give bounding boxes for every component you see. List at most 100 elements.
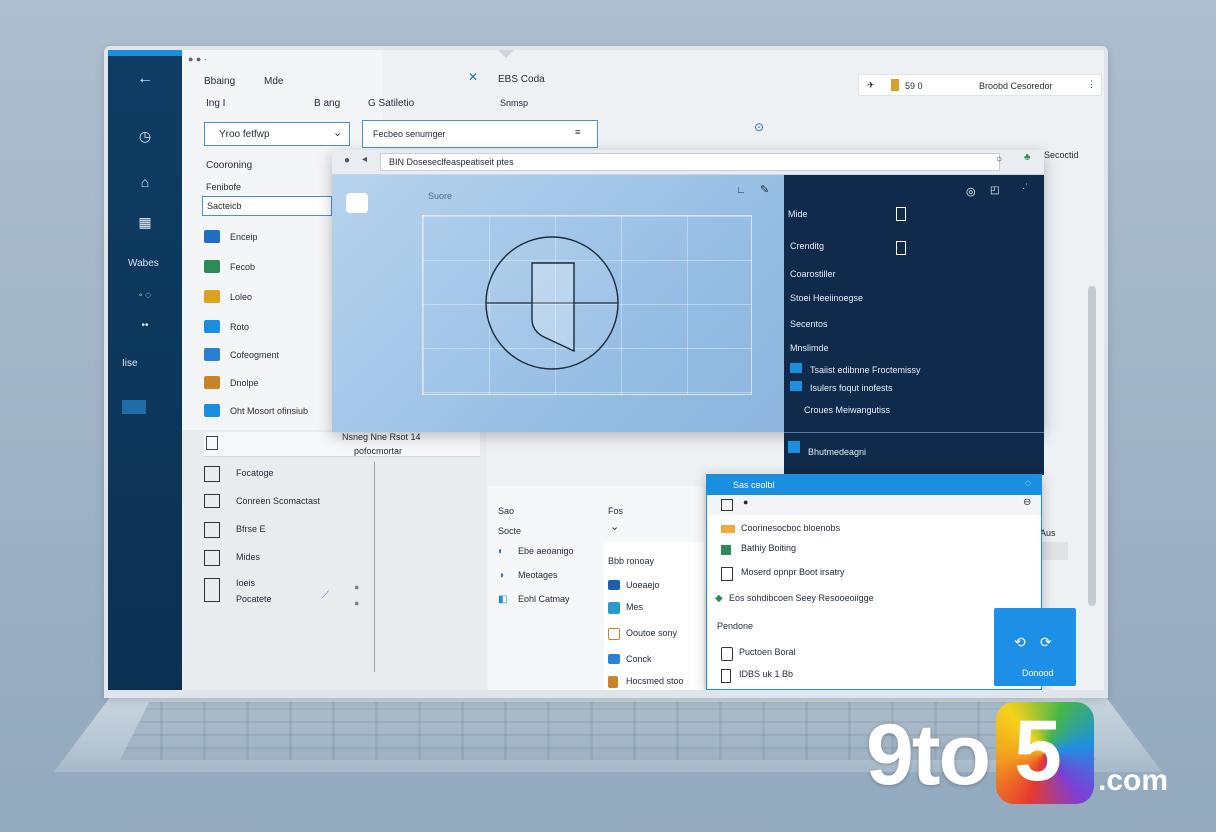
camera-icon[interactable]: ⌂ [108, 174, 182, 190]
dark-item[interactable]: Coarostiller [790, 269, 836, 279]
watermark-logo: 9to 5 .com [866, 702, 1169, 804]
document-icon [204, 290, 220, 303]
chat-icon: ◑ [498, 570, 505, 581]
more-vertical-icon: ⋮ [1087, 79, 1096, 89]
badge-icon [896, 207, 906, 221]
sort-dropdown[interactable]: Yroo fetfwp ⌄ [204, 122, 350, 146]
scrollbar[interactable] [1088, 286, 1096, 606]
people-icon: ◐ [498, 546, 505, 557]
mid-select-label: Socte [498, 526, 522, 536]
file-dialog: Sas ceolbl ◌ ● ⊖ Coorinesocboc bloenobs … [706, 474, 1042, 690]
menu-row-b[interactable]: B ang [314, 98, 340, 109]
phone-icon [721, 647, 733, 661]
circle-icon[interactable]: ○ [996, 154, 1002, 165]
dialog-toolbar: ● ⊖ [707, 495, 1041, 515]
search-field[interactable]: Fecbeo senumger ≡ [362, 120, 598, 148]
sidebar-filter-input[interactable]: Sacteicb [202, 196, 332, 216]
app-icon [204, 376, 220, 389]
record-icon: ● [344, 155, 351, 166]
calendar-icon [204, 348, 220, 361]
dark-item[interactable]: Isulers foqut inofests [810, 383, 893, 393]
toggle-icon[interactable]: ● [354, 582, 359, 592]
tree-icon[interactable]: ♣ [1024, 152, 1031, 163]
dark-item[interactable]: Crenditg [790, 241, 824, 251]
settings-icon[interactable]: ◦ ◌ [108, 290, 182, 301]
sidebar-heading: Cooroning [206, 160, 253, 171]
back-arrow-icon[interactable]: ← [108, 70, 182, 88]
dark-item[interactable]: Secentos [790, 319, 828, 329]
close-x-icon[interactable]: ✕ [468, 70, 478, 84]
clock-icon[interactable]: ◷ [108, 128, 182, 145]
menu-icon: ≡ [575, 127, 581, 137]
lower-header-1: Nsneg Nne Rsot 14 [342, 432, 421, 442]
grid-icon[interactable]: ▦ [108, 214, 182, 231]
lower-left-panel [182, 430, 487, 690]
edit-icon[interactable]: ✎ [760, 183, 769, 196]
sheet-icon [721, 545, 731, 555]
rail-accent-bar [108, 50, 182, 56]
refresh-icon: ⟳ [1040, 634, 1052, 650]
status-pill[interactable]: ✈ 59 0 Broobd Cesoredor ⋮ [858, 74, 1102, 96]
chevron-down-icon[interactable]: ⌄ [610, 520, 619, 533]
camera-icon[interactable]: ◰ [990, 185, 999, 196]
clipboard-icon [204, 578, 220, 602]
menu-item-1[interactable]: Bbaing [204, 76, 235, 87]
stack-icon [608, 628, 620, 640]
dark-item[interactable]: Mnslimde [790, 343, 829, 353]
file-icon [721, 669, 731, 683]
folder-icon [721, 525, 735, 533]
preview-canvas[interactable]: Suore ∟ ✎ [332, 175, 784, 432]
circle-graphic [485, 236, 619, 370]
nav-rail: ← ◷ ⌂ ▦ Wabes ◦ ◌ •• Iise [108, 50, 182, 690]
more-icon[interactable]: ·˙ [1022, 183, 1029, 194]
main-window: ● ◂ BIN Doseseclfeaspeatiseit ptes ○ ♣ S… [332, 150, 1044, 432]
pin-icon[interactable]: ⊙ [754, 120, 764, 134]
mid-label-2: Fos [608, 506, 624, 516]
menu-row-a[interactable]: Ing I [206, 98, 225, 109]
menu-row-c[interactable]: G Satiletio [368, 98, 414, 109]
sync-icon: ⟲ [1014, 634, 1026, 650]
dark-item[interactable]: Bhutmedeagni [808, 447, 866, 457]
center-title: EBS Coda [498, 74, 545, 85]
tab-icon[interactable]: ◂ [362, 154, 367, 165]
circle-icon[interactable]: ◎ [966, 185, 976, 198]
rail-item-wabes[interactable]: Wabes [128, 258, 159, 269]
dropdown-value: Yroo fetfwp [219, 129, 270, 140]
doc-icon [721, 567, 733, 581]
dark-item[interactable]: Tsaiist edibnne Froctemissy [810, 365, 921, 375]
close-icon[interactable]: ◌ [1025, 478, 1031, 489]
right-button[interactable] [1042, 542, 1068, 560]
column-divider [374, 462, 375, 672]
menu-item-2[interactable]: Mde [264, 76, 283, 87]
secondary-heading: Bbb ronoay [608, 556, 655, 566]
trend-icon: ⟋ [322, 590, 329, 601]
shield-icon [788, 441, 800, 453]
expand-icon[interactable]: ∟ [736, 185, 746, 196]
window-titlebar: ● ◂ BIN Doseseclfeaspeatiseit ptes ○ ♣ [332, 150, 1044, 175]
bookmark-icon: ◧ [498, 594, 508, 605]
dark-item[interactable]: Croues Meiwangutiss [804, 405, 890, 415]
lower-header: Nsneg Nne Rsot 14 pofocmortar [204, 432, 480, 457]
dark-item[interactable]: Mide [788, 209, 808, 219]
flag-icon [891, 79, 899, 91]
bullet-icon: ● [743, 497, 749, 507]
address-bar[interactable]: BIN Doseseclfeaspeatiseit ptes [380, 153, 1000, 171]
minus-icon[interactable]: ⊖ [1023, 497, 1031, 508]
folder-icon [790, 381, 802, 391]
dots-icon[interactable]: •• [108, 320, 182, 331]
toggle-icon[interactable]: ● [354, 598, 359, 608]
center-sub: Snmsp [500, 98, 529, 108]
doc-icon [206, 436, 218, 450]
right-label: Aus [1040, 528, 1056, 538]
dark-item[interactable]: Stoei Heeiinoegse [790, 293, 863, 303]
plane-icon: ✈ [867, 80, 875, 90]
rail-item-iise[interactable]: Iise [122, 358, 138, 369]
screen: ← ◷ ⌂ ▦ Wabes ◦ ◌ •• Iise ● ● · Bbaing M… [108, 50, 1104, 690]
tile-icon[interactable] [122, 400, 146, 414]
tag-icon [608, 602, 620, 614]
window-icon [204, 494, 220, 508]
save-icon[interactable] [721, 499, 733, 511]
dark-panel: ◎ ◰ ·˙ Mide Crenditg Coarostiller Stoei … [784, 175, 1044, 432]
action-tile[interactable]: ⟲ ⟳ Donood [994, 608, 1076, 686]
edit-icon [204, 550, 220, 566]
